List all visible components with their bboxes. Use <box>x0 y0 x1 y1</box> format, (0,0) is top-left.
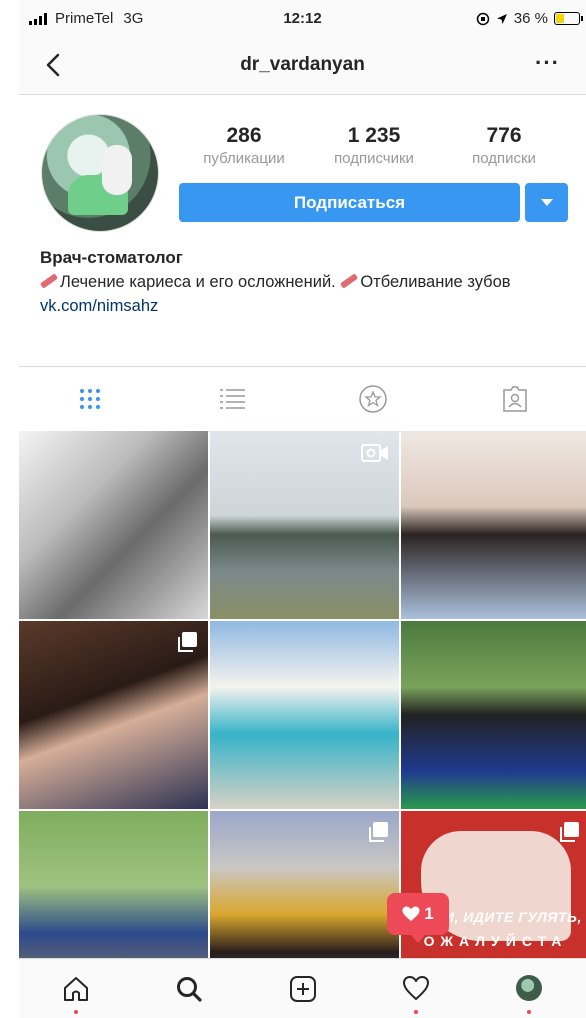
status-bar: PrimeTel 3G 12:12 36 % <box>19 0 586 38</box>
status-right: 36 % <box>476 10 583 27</box>
chevron-down-icon <box>541 199 553 206</box>
username-title: dr_vardanyan <box>240 54 365 75</box>
notification-dot <box>527 1010 532 1014</box>
post-thumbnail[interactable] <box>210 431 399 619</box>
tagged-person-icon <box>503 386 527 412</box>
notification-dot <box>413 1010 418 1014</box>
battery-icon <box>554 12 583 25</box>
syringe-emoji-icon <box>39 273 59 289</box>
search-icon <box>177 977 202 1002</box>
carousel-icon <box>560 822 579 842</box>
profile-avatar[interactable] <box>41 114 159 232</box>
bio-category: Врач-стоматолог <box>40 248 183 267</box>
likes-count: 1 <box>424 904 434 923</box>
tab-igtv-star[interactable] <box>303 367 445 431</box>
profile-page: PrimeTel 3G 12:12 36 % dr_vardanyan ··· … <box>19 0 586 1018</box>
stat-following[interactable]: 776 подписки <box>439 124 569 167</box>
stat-posts[interactable]: 286 публикации <box>179 124 309 167</box>
profile-header-bar: dr_vardanyan ··· <box>19 38 586 95</box>
orientation-lock-icon <box>476 12 490 25</box>
follow-button[interactable]: Подписаться <box>179 183 520 222</box>
notification-dot <box>73 1010 78 1014</box>
battery-label: 36 % <box>513 10 548 27</box>
home-icon <box>63 977 88 1001</box>
suggested-accounts-dropdown[interactable] <box>525 183 568 222</box>
nav-search[interactable] <box>132 959 245 1018</box>
stat-following-count: 776 <box>486 124 522 147</box>
nav-activity[interactable] <box>359 959 472 1018</box>
profile-avatar-small <box>516 975 543 1001</box>
profile-bio: Врач-стоматолог Лечение кариеса и его ос… <box>39 246 570 318</box>
stat-following-label: подписки <box>472 150 536 167</box>
bio-link[interactable]: vk.com/nimsahz <box>40 294 570 318</box>
post-thumbnail[interactable] <box>19 431 208 619</box>
post-thumbnail[interactable] <box>401 621 586 809</box>
more-options-button[interactable]: ··· <box>535 50 560 76</box>
profile-stats: 286 публикации 1 235 подписчики 776 подп… <box>179 124 569 167</box>
add-post-icon <box>289 976 316 1002</box>
post-thumbnail[interactable] <box>19 621 208 809</box>
carousel-icon <box>369 822 388 842</box>
bio-text-2: Отбеливание <box>360 273 463 291</box>
nav-add-post[interactable] <box>246 959 359 1018</box>
avatar-photo-person <box>102 145 132 195</box>
nav-home[interactable] <box>19 959 132 1018</box>
post-thumbnail[interactable] <box>401 431 586 619</box>
profile-tabs <box>19 366 586 432</box>
tab-list[interactable] <box>161 367 303 431</box>
bottom-nav <box>19 958 586 1018</box>
location-icon <box>496 13 507 24</box>
tab-grid[interactable] <box>19 367 161 431</box>
carousel-icon <box>178 632 197 652</box>
likes-notification-bubble[interactable]: 1 <box>387 893 449 943</box>
tagged-star-icon <box>359 385 388 413</box>
video-icon <box>361 444 388 462</box>
bio-text-3: зубов <box>467 273 511 291</box>
bio-text-1: Лечение кариеса и его осложнений. <box>60 273 336 291</box>
bio-text: Лечение кариеса и его осложнений. Отбели… <box>39 270 570 294</box>
nav-profile[interactable] <box>473 959 586 1018</box>
list-icon <box>219 389 245 409</box>
stat-followers[interactable]: 1 235 подписчики <box>309 124 439 167</box>
activity-heart-icon <box>402 976 429 1000</box>
heart-icon <box>402 906 420 921</box>
tab-tagged[interactable] <box>444 367 586 431</box>
posts-grid: РИЩИ, ИДИТЕ ГУЛЯТЬ, ОЖАЛУЙСТА <box>19 431 586 999</box>
poster-caption-2: ОЖАЛУЙСТА <box>423 933 568 949</box>
stat-posts-count: 286 <box>226 124 262 147</box>
grid-icon <box>79 389 100 409</box>
post-thumbnail[interactable] <box>210 621 399 809</box>
stat-posts-label: публикации <box>203 150 285 167</box>
stat-followers-count: 1 235 <box>347 124 401 147</box>
stat-followers-label: подписчики <box>334 150 414 167</box>
syringe-emoji-icon <box>340 273 359 289</box>
